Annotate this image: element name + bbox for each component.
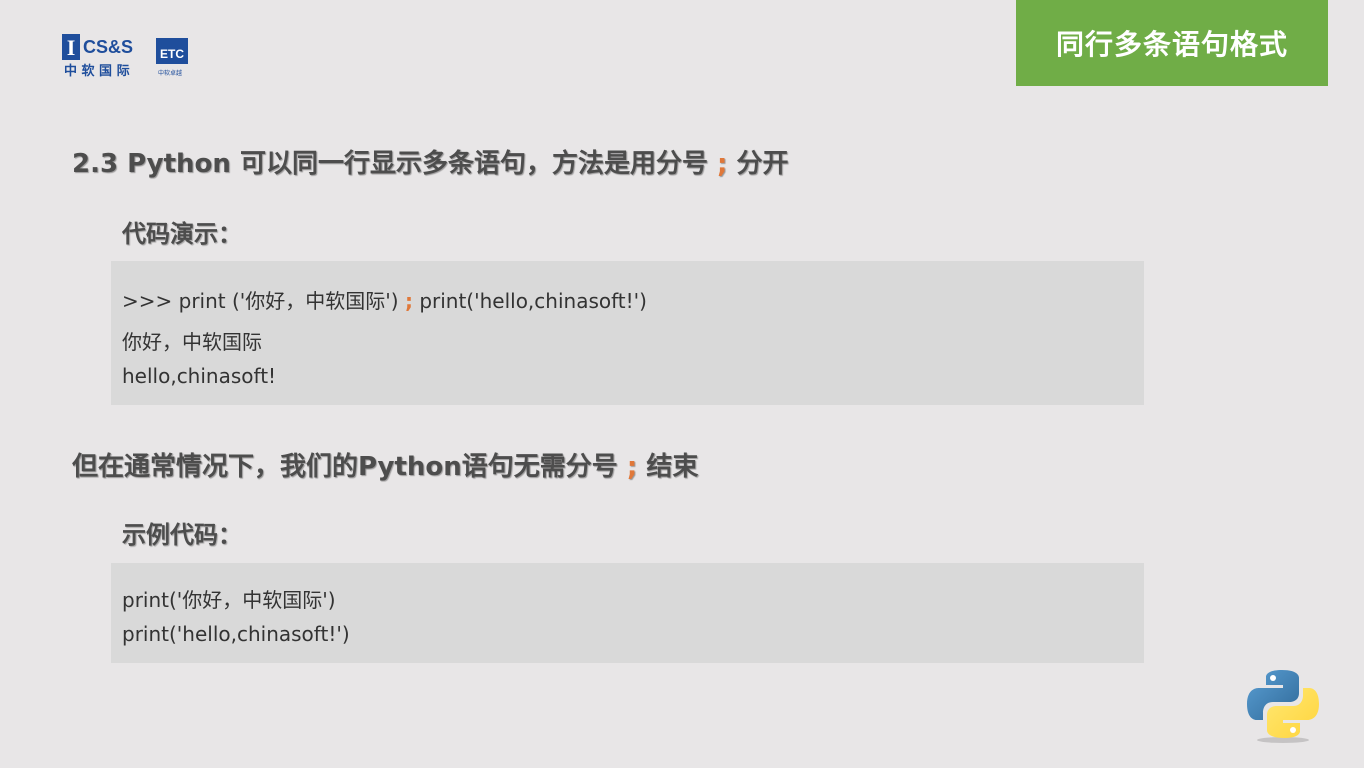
code-example-box: print('你好，中软国际') print('hello,chinasoft!… — [111, 563, 1144, 663]
section2-heading-text: 但在通常情况下，我们的Python语句无需分号 — [72, 452, 618, 482]
logo-text-mid: ETC — [160, 47, 184, 61]
slide-title: 同行多条语句格式 — [1055, 28, 1288, 61]
logo-text-top: CS&S — [83, 37, 133, 57]
python-logo-icon — [1247, 670, 1319, 743]
section2-heading-semicolon: ; — [626, 452, 638, 482]
code-demo-line1-suffix: print('hello,chinasoft!') — [419, 289, 647, 313]
section1-subheading: 代码演示： — [122, 220, 242, 248]
section2-heading-suffix: 结束 — [646, 452, 699, 482]
section1-heading-suffix: 分开 — [736, 149, 789, 179]
code-demo-line1-prefix: >>> print ('你好，中软国际') — [122, 289, 399, 313]
code-example-line2: print('hello,chinasoft!') — [122, 622, 350, 646]
company-logo: I CS&S ETC 中 软 国 际 中软卓越 — [62, 34, 188, 78]
code-demo-line2: 你好，中软国际 — [122, 330, 262, 354]
logo-text-bottom: 中 软 国 际 — [64, 63, 130, 78]
section1-heading-semicolon: ; — [717, 149, 728, 179]
section1-heading: 2.3 Python 可以同一行显示多条语句，方法是用分号 ; 分开 — [72, 143, 789, 180]
code-demo-box: >>> print ('你好，中软国际') ; print('hello,chi… — [111, 261, 1144, 405]
section2-heading: 但在通常情况下，我们的Python语句无需分号 ; 结束 — [72, 446, 698, 483]
code-demo-line3: hello,chinasoft! — [122, 364, 277, 388]
section2-subheading: 示例代码： — [122, 521, 242, 549]
section1-heading-text: 2.3 Python 可以同一行显示多条语句，方法是用分号 — [72, 149, 708, 179]
slide-title-banner: 同行多条语句格式 — [1016, 0, 1328, 86]
code-example-line1: print('你好，中软国际') — [122, 588, 336, 612]
code-demo-semicolon: ; — [404, 289, 413, 313]
svg-text:I: I — [67, 35, 76, 60]
logo-text-small: 中软卓越 — [158, 69, 182, 77]
code-demo-line1: >>> print ('你好，中软国际') ; print('hello,chi… — [122, 285, 647, 314]
